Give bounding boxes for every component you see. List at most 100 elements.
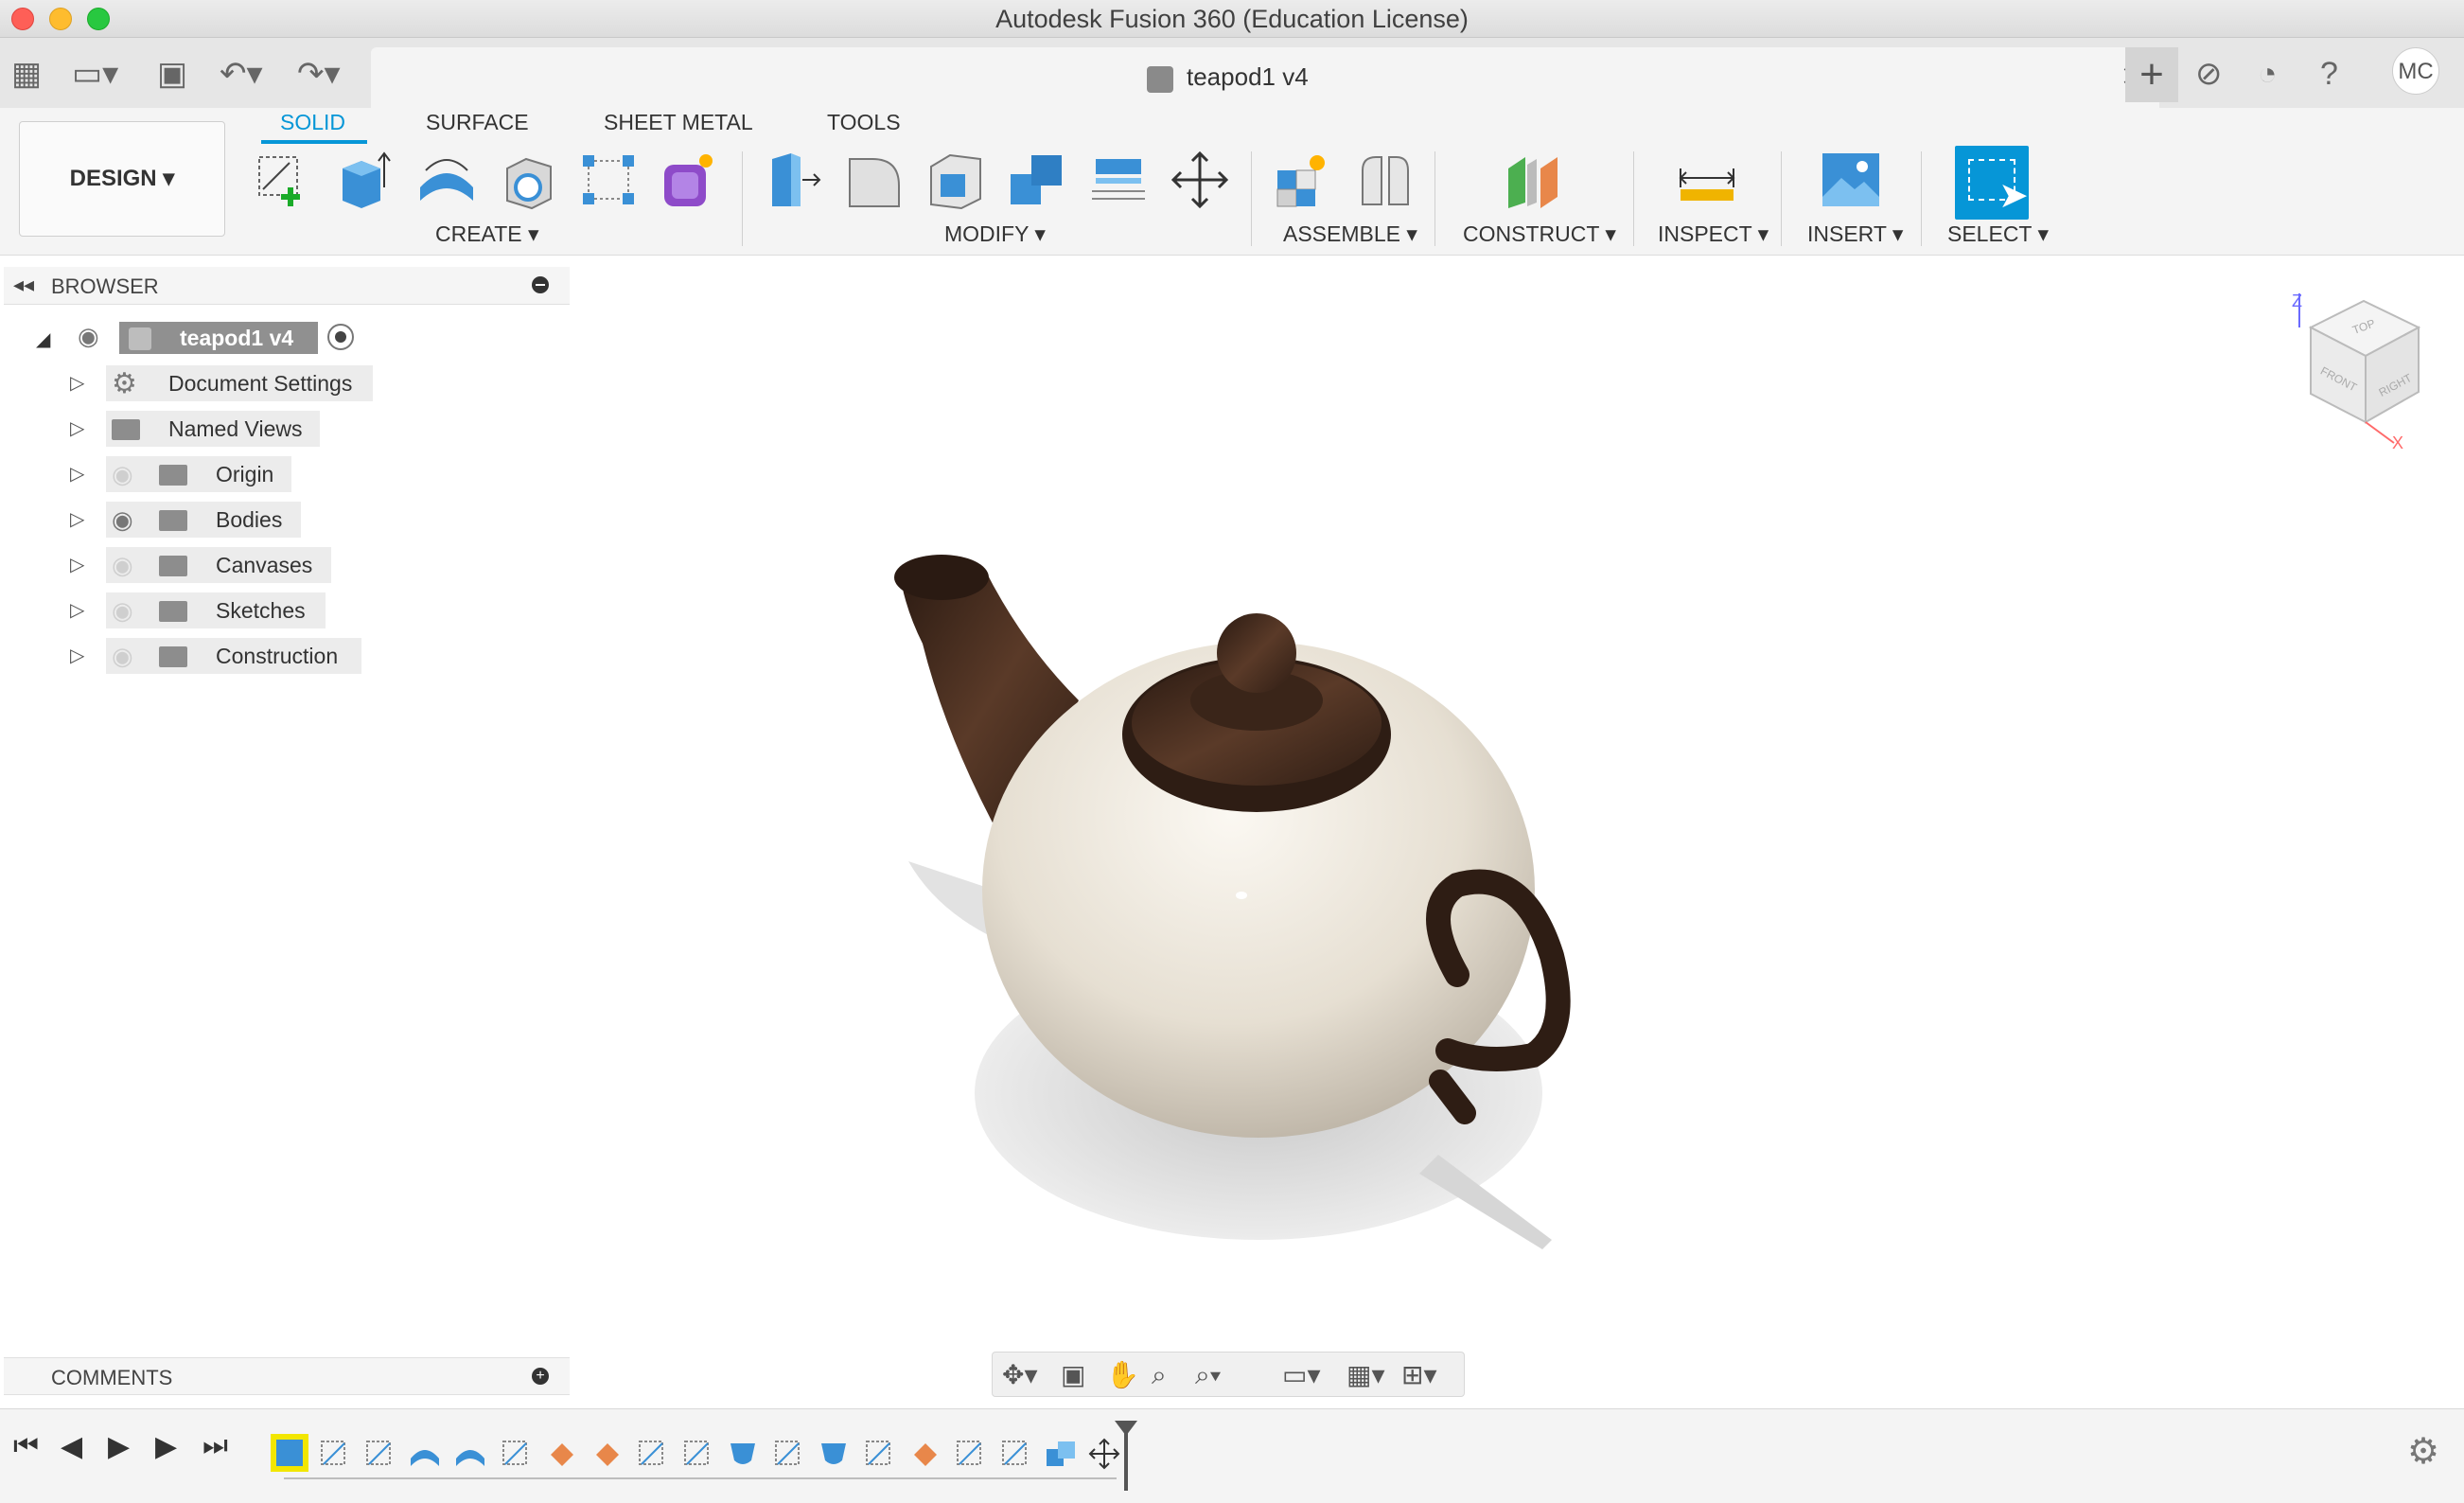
timeline-revolve-icon[interactable] — [454, 1438, 486, 1470]
expand-triangle-icon[interactable]: ▷ — [70, 598, 84, 622]
app-grid-icon[interactable]: ▦ — [11, 55, 42, 93]
expand-triangle-icon[interactable]: ▷ — [70, 507, 84, 531]
collapse-browser-icon[interactable] — [532, 276, 549, 293]
expand-triangle-icon[interactable]: ▷ — [70, 371, 84, 395]
timeline-sketch-icon[interactable] — [681, 1438, 713, 1470]
grid-settings-icon[interactable]: ▦▾ — [1346, 1360, 1385, 1390]
tree-item-named-views[interactable]: ▷ Named Views — [70, 411, 382, 447]
tree-item-canvases[interactable]: ▷ ◉ Canvases — [70, 547, 382, 583]
offset-plane-icon[interactable] — [1503, 150, 1563, 210]
zoom-window-icon[interactable]: ⌕▾ — [1195, 1360, 1221, 1390]
insert-image-icon[interactable] — [1821, 150, 1881, 210]
timeline-sketch-icon[interactable] — [954, 1438, 986, 1470]
eye-hidden-icon[interactable]: ◉ — [112, 551, 133, 580]
collapse-triangle-icon[interactable]: ◢ — [36, 327, 50, 351]
viewports-icon[interactable]: ⊞▾ — [1401, 1360, 1437, 1390]
go-to-start-icon[interactable]: ⏮ — [13, 1430, 39, 1462]
eye-hidden-icon[interactable]: ◉ — [112, 642, 133, 671]
help-icon[interactable]: ? — [2320, 55, 2338, 93]
measure-icon[interactable] — [1677, 150, 1737, 210]
eye-hidden-icon[interactable]: ◉ — [112, 596, 133, 626]
timeline-sketch-icon[interactable] — [772, 1438, 804, 1470]
expand-triangle-icon[interactable]: ▷ — [70, 553, 84, 576]
play-icon[interactable]: ▶ — [108, 1430, 130, 1463]
combine-icon[interactable] — [1007, 150, 1067, 210]
timeline-appearance-icon[interactable] — [545, 1438, 577, 1470]
timeline-settings-gear-icon[interactable]: ⚙ — [2407, 1430, 2439, 1473]
select-tool-button[interactable]: ➤ — [1955, 146, 2029, 220]
tree-item-document-settings[interactable]: ▷ ⚙ Document Settings — [70, 365, 382, 401]
modify-menu[interactable]: MODIFY ▾ — [944, 221, 1046, 247]
tab-tools[interactable]: TOOLS — [827, 110, 901, 135]
timeline-sketch-icon[interactable] — [999, 1438, 1031, 1470]
zoom-icon[interactable]: ⌕ — [1152, 1360, 1167, 1390]
timeline-marker[interactable] — [1115, 1421, 1137, 1491]
joint-icon[interactable] — [1355, 150, 1416, 210]
shell-icon[interactable] — [925, 150, 986, 210]
tree-item-sketches[interactable]: ▷ ◉ Sketches — [70, 592, 382, 628]
tree-item-bodies[interactable]: ▷ ◉ Bodies — [70, 502, 382, 538]
expand-triangle-icon[interactable]: ▷ — [70, 462, 84, 486]
create-menu[interactable]: CREATE ▾ — [435, 221, 539, 247]
move-copy-icon[interactable] — [1170, 150, 1230, 210]
timeline-canvas-icon[interactable] — [271, 1434, 308, 1472]
timeline-appearance-icon[interactable] — [908, 1438, 941, 1470]
new-tab-button[interactable]: + — [2125, 47, 2178, 102]
redo-icon[interactable]: ↷▾ — [297, 55, 341, 93]
inspect-menu[interactable]: INSPECT ▾ — [1658, 221, 1769, 247]
pan-icon[interactable]: ✋ — [1106, 1360, 1139, 1390]
timeline-sweep-icon[interactable] — [727, 1438, 759, 1470]
tab-surface[interactable]: SURFACE — [426, 110, 529, 135]
3d-viewport[interactable] — [573, 256, 2464, 1401]
eye-icon[interactable]: ◉ — [112, 505, 133, 535]
extrude-icon[interactable] — [333, 150, 394, 210]
go-to-end-icon[interactable]: ⏭ — [202, 1430, 228, 1462]
orbit-icon[interactable]: ✥▾ — [1002, 1360, 1038, 1390]
user-avatar[interactable]: MC — [2392, 47, 2439, 95]
timeline-sweep-icon[interactable] — [818, 1438, 850, 1470]
hole-icon[interactable] — [498, 150, 558, 210]
save-icon[interactable]: ▣ — [157, 55, 187, 93]
offset-face-icon[interactable] — [1088, 150, 1149, 210]
timeline-appearance-icon[interactable] — [590, 1438, 623, 1470]
job-status-icon[interactable]: ◔ — [2258, 55, 2278, 93]
document-tab[interactable]: teapod1 v4 ✕ — [371, 47, 2159, 108]
construct-menu[interactable]: CONSTRUCT ▾ — [1463, 221, 1616, 247]
extensions-icon[interactable]: ⊘ — [2195, 55, 2223, 93]
timeline-sketch-icon[interactable] — [318, 1438, 350, 1470]
select-menu[interactable]: SELECT ▾ — [1947, 221, 2049, 247]
revolve-icon[interactable] — [416, 150, 477, 210]
fillet-icon[interactable] — [844, 150, 905, 210]
tab-solid[interactable]: SOLID — [280, 110, 345, 135]
timeline-revolve-icon[interactable] — [409, 1438, 441, 1470]
timeline-sketch-icon[interactable] — [363, 1438, 396, 1470]
pattern-icon[interactable] — [579, 150, 640, 210]
tree-item-construction[interactable]: ▷ ◉ Construction — [70, 638, 382, 674]
timeline-sketch-icon[interactable] — [500, 1438, 532, 1470]
workspace-switcher-button[interactable]: DESIGN ▾ — [19, 121, 225, 237]
step-back-icon[interactable]: ◀ — [61, 1430, 82, 1463]
press-pull-icon[interactable] — [763, 150, 823, 210]
tree-item-origin[interactable]: ▷ ◉ Origin — [70, 456, 382, 492]
step-forward-icon[interactable]: ▶ — [155, 1430, 177, 1463]
display-settings-icon[interactable]: ▭▾ — [1282, 1360, 1321, 1390]
eye-icon[interactable]: ◉ — [78, 322, 99, 351]
undo-icon[interactable]: ↶▾ — [220, 55, 263, 93]
collapse-panel-icon[interactable]: ◂◂ — [13, 273, 34, 297]
timeline-sketch-icon[interactable] — [636, 1438, 668, 1470]
file-menu-icon[interactable]: ▭▾ — [72, 55, 118, 93]
expand-triangle-icon[interactable]: ▷ — [70, 644, 84, 667]
create-form-icon[interactable] — [659, 150, 719, 210]
expand-triangle-icon[interactable]: ▷ — [70, 416, 84, 440]
create-sketch-icon[interactable] — [254, 150, 314, 210]
add-comment-icon[interactable]: + — [532, 1368, 549, 1385]
view-cube[interactable]: Z TOP FRONT RIGHT X — [2290, 290, 2422, 451]
timeline-sketch-icon[interactable] — [863, 1438, 895, 1470]
new-component-icon[interactable] — [1272, 150, 1332, 210]
look-at-icon[interactable]: ▣ — [1061, 1360, 1085, 1390]
tab-sheet-metal[interactable]: SHEET METAL — [604, 110, 753, 135]
eye-hidden-icon[interactable]: ◉ — [112, 460, 133, 489]
assemble-menu[interactable]: ASSEMBLE ▾ — [1283, 221, 1417, 247]
timeline-move-icon[interactable] — [1088, 1438, 1120, 1470]
timeline-combine-icon[interactable] — [1045, 1438, 1077, 1470]
